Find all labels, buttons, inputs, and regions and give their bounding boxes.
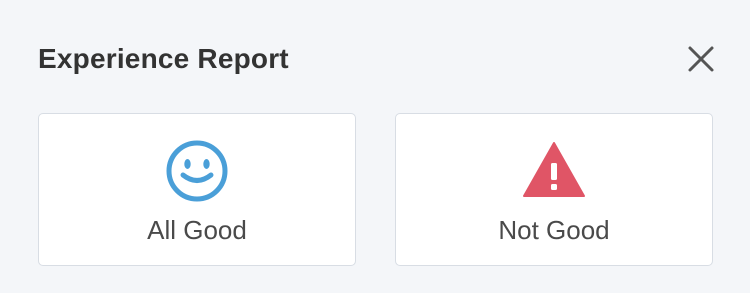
close-button[interactable] (682, 40, 720, 78)
all-good-button[interactable]: All Good (38, 113, 356, 266)
all-good-label: All Good (147, 215, 247, 245)
not-good-label: Not Good (498, 215, 610, 245)
dialog-title: Experience Report (38, 43, 289, 74)
close-icon (688, 46, 714, 72)
smiley-face-icon (164, 138, 230, 204)
warning-triangle-icon (521, 138, 587, 204)
experience-report-dialog: Experience Report All Good Not Good (0, 0, 750, 293)
not-good-button[interactable]: Not Good (395, 113, 713, 266)
